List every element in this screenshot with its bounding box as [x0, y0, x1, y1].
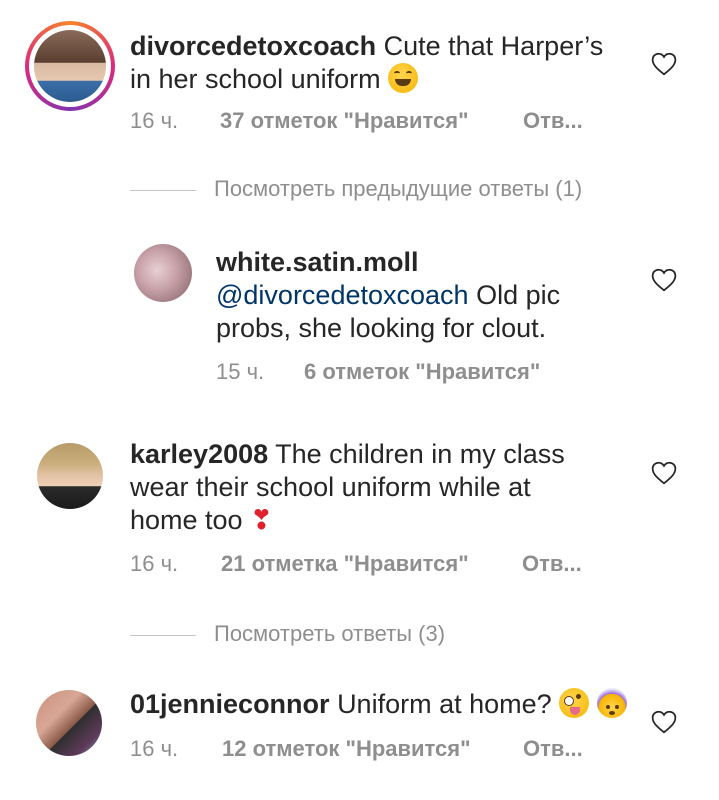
view-replies[interactable]: Посмотреть ответы (3)	[130, 621, 445, 647]
comment-text-line1: The children in my class	[275, 439, 565, 469]
comment-username[interactable]: white.satin.moll	[216, 247, 419, 277]
exploding-head-emoji-icon	[596, 688, 627, 718]
comment-text-line1: Cute that Harper’s	[383, 31, 604, 61]
likes-count[interactable]: 6 отметок "Нравится"	[304, 359, 540, 385]
reply-button[interactable]: Отв...	[522, 551, 582, 577]
comment-username[interactable]: divorcedetoxcoach	[130, 31, 376, 61]
comment-text-line2: wear their school uniform while at	[130, 472, 531, 502]
laughing-emoji-icon	[388, 63, 419, 93]
comment-username[interactable]: karley2008	[130, 439, 268, 469]
comment-time: 16 ч.	[130, 551, 179, 576]
view-replies-label: Посмотреть ответы (3)	[214, 621, 446, 646]
comment-text-line1: Old pic	[476, 280, 561, 310]
heart-outline-icon[interactable]	[651, 268, 677, 292]
divider-line	[130, 634, 196, 636]
reply-button[interactable]: Отв...	[523, 736, 583, 762]
zany-face-emoji-icon	[559, 688, 590, 718]
divider-line	[130, 189, 196, 191]
comment-time: 16 ч.	[130, 108, 179, 133]
mention-link[interactable]: @divorcedetoxcoach	[216, 280, 469, 310]
avatar-01jennieconnor[interactable]	[36, 690, 102, 756]
avatar-karley2008[interactable]	[37, 443, 103, 509]
likes-count[interactable]: 12 отметок "Нравится"	[222, 736, 471, 762]
comment-text-line2: in her school uniform	[130, 64, 381, 94]
heart-outline-icon[interactable]	[651, 52, 677, 76]
comment-time: 16 ч.	[130, 736, 179, 761]
reply-button[interactable]: Отв...	[523, 108, 583, 134]
comment-text-line3: home too	[130, 505, 243, 535]
likes-count[interactable]: 37 отметок "Нравится"	[220, 108, 469, 134]
comment-text-line2: probs, she looking for clout.	[216, 313, 547, 343]
view-previous-replies-label: Посмотреть предыдущие ответы (1)	[214, 176, 583, 201]
heart-outline-icon[interactable]	[651, 461, 677, 485]
avatar-white-satin-moll[interactable]	[134, 244, 192, 302]
avatar-divorcedetoxcoach[interactable]	[25, 21, 115, 111]
heart-exclamation-emoji-icon: ❣	[250, 505, 273, 535]
likes-count[interactable]: 21 отметка "Нравится"	[221, 551, 469, 577]
view-previous-replies[interactable]: Посмотреть предыдущие ответы (1)	[130, 176, 582, 202]
comment-time: 15 ч.	[216, 359, 265, 384]
heart-outline-icon[interactable]	[651, 710, 677, 734]
comment-text-line1: Uniform at home?	[337, 689, 552, 719]
comment-username[interactable]: 01jennieconnor	[130, 689, 330, 719]
